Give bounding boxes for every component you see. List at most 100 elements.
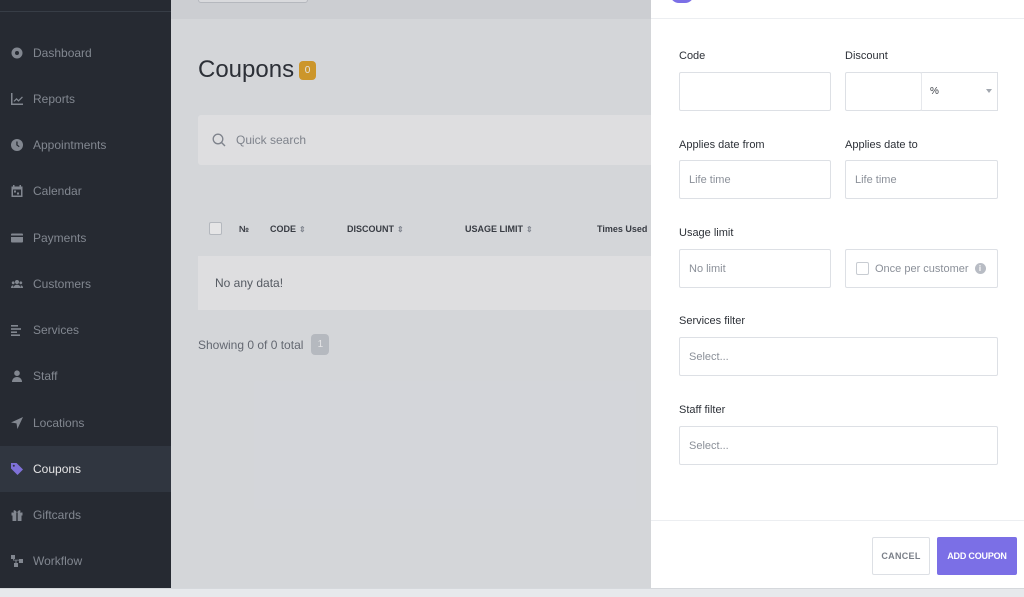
column-label: № xyxy=(239,224,250,234)
sidebar-item-label: Customers xyxy=(33,277,92,291)
applies-from-input[interactable] xyxy=(689,173,830,186)
sidebar-item-customers[interactable]: Customers xyxy=(0,261,171,307)
sidebar-item-reports[interactable]: Reports xyxy=(0,76,171,122)
code-input[interactable] xyxy=(689,85,830,98)
showing-text: Showing 0 of 0 total xyxy=(198,337,304,352)
applies-to-label: Applies date to xyxy=(845,139,918,151)
applies-to-field[interactable] xyxy=(845,160,998,199)
sidebar-item-dashboard[interactable]: Dashboard xyxy=(0,30,171,76)
column-label: Times Used xyxy=(597,224,648,234)
sidebar-item-workflow[interactable]: Workflow xyxy=(0,538,171,584)
empty-state-row: No any data! xyxy=(198,256,651,310)
services-filter-label: Services filter xyxy=(679,315,746,327)
count-badge: 0 xyxy=(299,60,317,80)
location-arrow-icon xyxy=(11,417,23,429)
credit-card-icon xyxy=(11,232,23,244)
page-title: Coupons 0 xyxy=(198,56,317,84)
services-filter-select[interactable]: Select... xyxy=(679,337,998,376)
panel-header xyxy=(651,0,1024,19)
staff-filter-placeholder: Select... xyxy=(689,439,729,452)
services-filter-placeholder: Select... xyxy=(689,350,729,363)
column-label: DISCOUNT xyxy=(347,224,394,234)
sidebar-item-label: Giftcards xyxy=(33,508,82,522)
sidebar-item-calendar[interactable]: Calendar xyxy=(0,168,171,214)
sidebar-item-label: Locations xyxy=(33,416,85,430)
usage-limit-label: Usage limit xyxy=(679,227,734,239)
page-title-text: Coupons xyxy=(198,56,295,83)
applies-to-input[interactable] xyxy=(855,173,997,186)
discount-unit-value: % xyxy=(930,86,939,97)
sidebar-item-label: Staff xyxy=(33,369,58,383)
main-content: Coupons 0 № CODE⇕ DISCOUNT⇕ USAGE LIMIT⇕… xyxy=(171,0,651,588)
sidebar-item-giftcards[interactable]: Giftcards xyxy=(0,492,171,538)
panel-header-badge xyxy=(670,0,694,3)
sort-icon: ⇕ xyxy=(526,224,533,234)
sidebar-item-label: Calendar xyxy=(33,184,82,198)
discount-unit-select[interactable]: % xyxy=(921,72,998,111)
info-icon[interactable]: i xyxy=(974,263,986,274)
column-code[interactable]: CODE ⇕ xyxy=(270,224,306,234)
code-field[interactable] xyxy=(679,72,831,111)
discount-label: Discount xyxy=(845,50,888,62)
panel-footer: CANCEL ADD COUPON xyxy=(651,520,1024,588)
sidebar-item-label: Coupons xyxy=(33,462,82,476)
usage-limit-input[interactable] xyxy=(689,262,830,275)
quick-search[interactable] xyxy=(198,115,651,165)
applies-from-label: Applies date from xyxy=(679,139,765,151)
sidebar-item-label: Workflow xyxy=(33,554,83,568)
chevron-down-icon xyxy=(986,89,992,93)
search-icon xyxy=(212,133,226,147)
calendar-icon xyxy=(11,185,23,197)
sidebar: Dashboard Reports Appointments Calendar … xyxy=(0,0,171,588)
top-bar xyxy=(171,0,651,19)
discount-input[interactable] xyxy=(855,85,921,98)
user-icon xyxy=(11,370,23,382)
pagination: Showing 0 of 0 total 1 xyxy=(198,334,330,355)
chart-line-icon xyxy=(11,93,23,105)
gift-icon xyxy=(11,509,23,521)
users-icon xyxy=(11,278,23,290)
sidebar-item-locations[interactable]: Locations xyxy=(0,400,171,446)
usage-limit-field[interactable] xyxy=(679,249,831,288)
sidebar-divider xyxy=(0,11,171,12)
clock-icon xyxy=(11,139,23,151)
applies-from-field[interactable] xyxy=(679,160,831,199)
discount-field[interactable] xyxy=(845,72,922,111)
sidebar-item-appointments[interactable]: Appointments xyxy=(0,122,171,168)
dashboard-icon xyxy=(11,47,23,59)
empty-state-text: No any data! xyxy=(215,276,284,290)
table-header: № CODE ⇕ DISCOUNT ⇕ USAGE LIMIT ⇕ Times Use… xyxy=(198,205,651,253)
sort-icon: ⇕ xyxy=(299,224,306,234)
sidebar-item-label: Payments xyxy=(33,231,87,245)
column-usage-limit[interactable]: USAGE LIMIT ⇕ xyxy=(465,224,533,234)
sidebar-item-staff[interactable]: Staff xyxy=(0,353,171,399)
select-all-checkbox[interactable] xyxy=(209,222,222,235)
column-number: № xyxy=(239,224,249,234)
staff-filter-label: Staff filter xyxy=(679,404,726,416)
once-per-customer-label: Once per customer xyxy=(875,262,969,275)
sidebar-item-coupons[interactable]: Coupons xyxy=(0,446,171,492)
column-label: USAGE LIMIT xyxy=(465,224,523,234)
sidebar-item-services[interactable]: Services xyxy=(0,307,171,353)
top-bar-button[interactable] xyxy=(198,0,308,3)
sort-icon: ⇕ xyxy=(397,224,404,234)
tag-icon xyxy=(11,463,23,475)
workflow-icon xyxy=(11,555,23,567)
search-input[interactable] xyxy=(236,133,391,147)
add-coupon-button[interactable]: ADD COUPON xyxy=(937,537,1017,575)
sidebar-item-label: Appointments xyxy=(33,138,107,152)
staff-filter-select[interactable]: Select... xyxy=(679,426,998,465)
column-times-used[interactable]: Times Used xyxy=(597,224,647,234)
column-discount[interactable]: DISCOUNT ⇕ xyxy=(347,224,404,234)
once-per-customer-checkbox[interactable] xyxy=(856,262,869,275)
sidebar-item-label: Reports xyxy=(33,92,76,106)
sidebar-item-payments[interactable]: Payments xyxy=(0,215,171,261)
column-label: CODE xyxy=(270,224,297,234)
sidebar-item-label: Dashboard xyxy=(33,46,92,60)
code-label: Code xyxy=(679,50,706,62)
once-per-customer-option[interactable]: Once per customer i xyxy=(845,249,998,288)
sidebar-item-label: Services xyxy=(33,323,80,337)
page-button[interactable]: 1 xyxy=(311,334,330,355)
cancel-button[interactable]: CANCEL xyxy=(872,537,930,575)
add-coupon-panel: Code Discount % Applies date from Applie… xyxy=(651,0,1024,588)
